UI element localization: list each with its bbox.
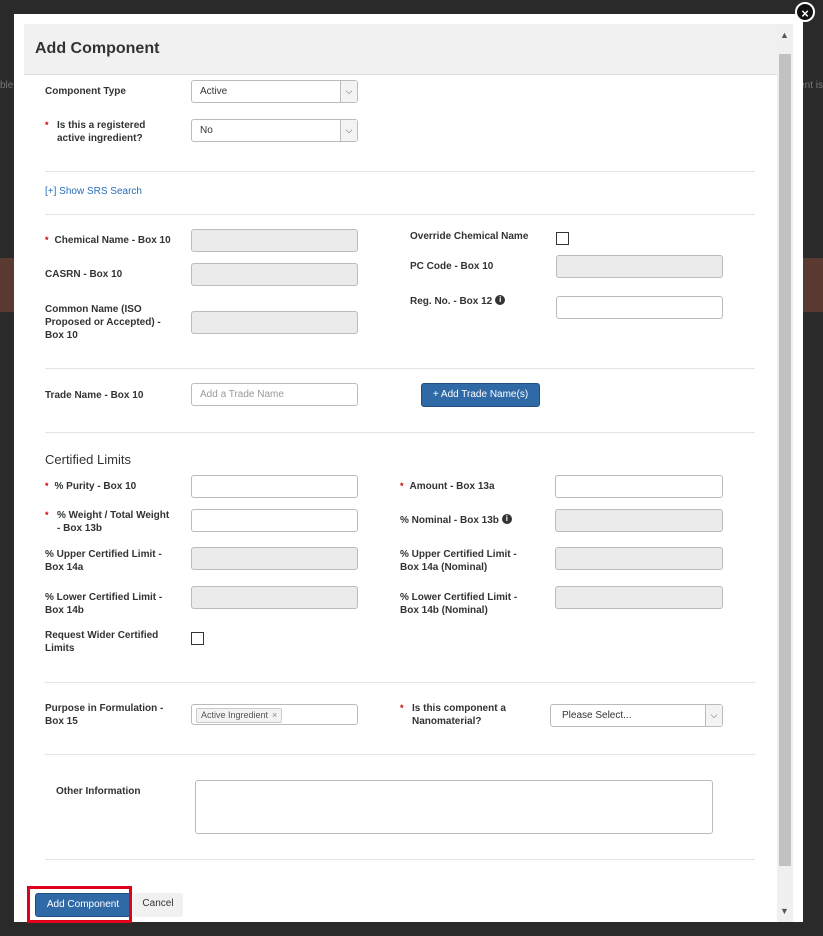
other-information-label: Other Information: [56, 786, 141, 797]
registered-ai-label: * Is this a registered active ingredient…: [45, 120, 146, 144]
chevron-down-icon: ⌵: [340, 81, 357, 102]
purpose-tag: Active Ingredient ×: [196, 708, 283, 723]
divider: [45, 682, 755, 683]
divider: [45, 859, 755, 860]
registered-ai-value: No: [200, 125, 213, 136]
certified-limits-title: Certified Limits: [45, 452, 131, 467]
show-srs-search-link[interactable]: [+] Show SRS Search: [45, 186, 142, 197]
info-icon[interactable]: i: [495, 295, 506, 305]
reg-no-label: Reg. No. - Box 12 i: [410, 295, 506, 308]
required-marker: *: [400, 481, 404, 491]
chevron-down-icon: ⌵: [340, 120, 357, 141]
highlight-box: [27, 886, 132, 923]
scroll-thumb[interactable]: [779, 54, 791, 866]
registered-ai-select[interactable]: No ⌵: [191, 119, 358, 142]
nanomaterial-select[interactable]: Please Select... ⌵: [550, 704, 723, 727]
pc-code-field: [556, 255, 723, 278]
close-icon[interactable]: ×: [795, 2, 815, 22]
upper-limit-nominal-label: % Upper Certified Limit - Box 14a (Nomin…: [400, 549, 517, 573]
upper-limit-field: [191, 547, 358, 570]
purpose-label: Purpose in Formulation - Box 15: [45, 703, 164, 727]
lower-limit-field: [191, 586, 358, 609]
required-marker: *: [45, 235, 49, 245]
trade-name-label: Trade Name - Box 10: [45, 390, 144, 401]
lower-limit-nominal-field: [555, 586, 723, 609]
nanomaterial-label: * Is this component a Nanomaterial?: [400, 703, 506, 727]
pc-code-label: PC Code - Box 10: [410, 261, 494, 272]
modal-title: Add Component: [35, 40, 160, 57]
add-component-modal: Add Component Component Type Active ⌵ * …: [14, 14, 803, 922]
divider: [45, 171, 755, 172]
cancel-button[interactable]: Cancel: [133, 893, 183, 917]
required-marker: *: [45, 510, 49, 520]
casrn-label: CASRN - Box 10: [45, 269, 123, 280]
wider-limits-label: Request Wider Certified Limits: [45, 630, 159, 654]
amount-label: * Amount - Box 13a: [400, 481, 495, 492]
component-type-label: Component Type: [45, 86, 126, 97]
chemical-name-field: [191, 229, 358, 252]
purity-label: *% Purity - Box 10: [45, 481, 137, 492]
chemical-name-label: * Chemical Name - Box 10: [45, 235, 171, 246]
lower-limit-nominal-label: % Lower Certified Limit - Box 14b (Nomin…: [400, 592, 518, 616]
add-trade-name-button[interactable]: + Add Trade Name(s): [421, 383, 540, 407]
background-text-left: ble: [0, 80, 14, 91]
divider: [45, 432, 755, 433]
amount-input[interactable]: [555, 475, 723, 498]
reg-no-input[interactable]: [556, 296, 723, 319]
nominal-label: % Nominal - Box 13b i: [400, 514, 512, 527]
divider: [45, 214, 755, 215]
required-marker: *: [45, 120, 49, 130]
component-type-value: Active: [200, 86, 228, 97]
purity-input[interactable]: [191, 475, 358, 498]
override-chemical-name-label: Override Chemical Name: [410, 231, 529, 242]
weight-input[interactable]: [191, 509, 358, 532]
lower-limit-label: % Lower Certified Limit - Box 14b: [45, 592, 163, 616]
scroll-up-icon[interactable]: ▲: [780, 30, 789, 40]
upper-limit-nominal-field: [555, 547, 723, 570]
common-name-label: Common Name (ISO Proposed or Accepted) -…: [45, 304, 161, 341]
remove-tag-icon[interactable]: ×: [272, 710, 277, 720]
trade-name-placeholder: Add a Trade Name: [200, 389, 284, 400]
upper-limit-label: % Upper Certified Limit - Box 14a: [45, 549, 162, 573]
info-icon[interactable]: i: [501, 514, 512, 524]
divider: [45, 754, 755, 755]
required-marker: *: [400, 703, 404, 713]
override-chemical-name-checkbox[interactable]: [556, 232, 569, 245]
casrn-field: [191, 263, 358, 286]
modal-scrollbar[interactable]: ▲ ▼: [777, 24, 793, 922]
weight-label: * % Weight / Total Weight - Box 13b: [45, 510, 170, 534]
wider-limits-checkbox[interactable]: [191, 632, 204, 645]
required-marker: *: [45, 481, 49, 491]
modal-header: Add Component: [24, 24, 790, 75]
purpose-multiselect[interactable]: Active Ingredient ×: [191, 704, 358, 725]
divider: [45, 368, 755, 369]
nanomaterial-value: Please Select...: [562, 710, 632, 721]
component-type-select[interactable]: Active ⌵: [191, 80, 358, 103]
nominal-field: [555, 509, 723, 532]
common-name-field: [191, 311, 358, 334]
scroll-down-icon[interactable]: ▼: [780, 906, 789, 916]
trade-name-input[interactable]: Add a Trade Name: [191, 383, 358, 406]
chevron-down-icon: ⌵: [705, 705, 722, 726]
other-information-textarea[interactable]: [195, 780, 713, 834]
